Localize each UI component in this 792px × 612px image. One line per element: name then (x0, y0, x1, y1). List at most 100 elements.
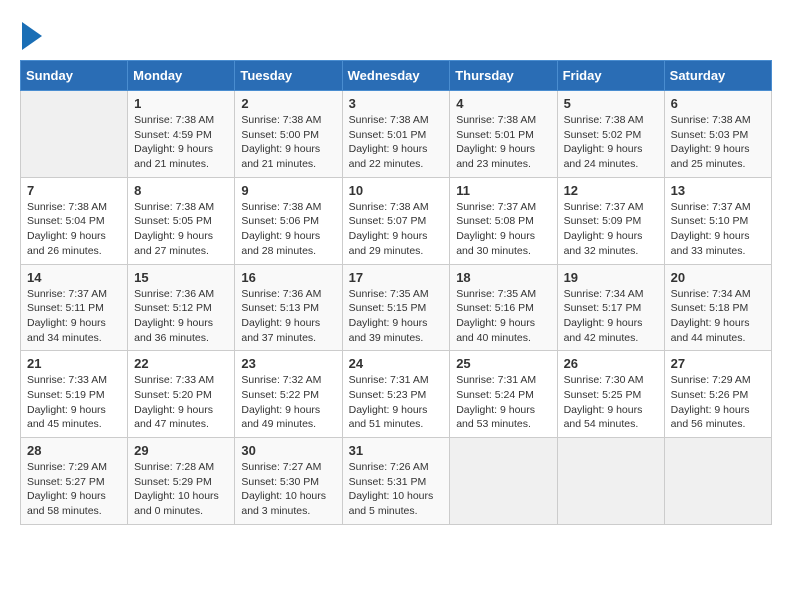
day-cell (450, 438, 557, 525)
day-cell: 31 Sunrise: 7:26 AM Sunset: 5:31 PM Dayli… (342, 438, 450, 525)
day-number: 28 (27, 443, 121, 458)
day-number: 30 (241, 443, 335, 458)
day-info: Sunrise: 7:30 AM Sunset: 5:25 PM Dayligh… (564, 373, 658, 432)
day-info: Sunrise: 7:29 AM Sunset: 5:26 PM Dayligh… (671, 373, 765, 432)
header-cell-wednesday: Wednesday (342, 61, 450, 91)
day-number: 23 (241, 356, 335, 371)
day-cell: 8 Sunrise: 7:38 AM Sunset: 5:05 PM Daylig… (128, 177, 235, 264)
day-cell: 4 Sunrise: 7:38 AM Sunset: 5:01 PM Daylig… (450, 91, 557, 178)
day-cell (557, 438, 664, 525)
day-cell: 12Sunrise: 7:37 AM Sunset: 5:09 PM Dayli… (557, 177, 664, 264)
day-number: 26 (564, 356, 658, 371)
day-cell: 2 Sunrise: 7:38 AM Sunset: 5:00 PM Daylig… (235, 91, 342, 178)
week-row-2: 7Sunrise: 7:38 AM Sunset: 5:04 PM Daylig… (21, 177, 772, 264)
day-info: Sunrise: 7:38 AM Sunset: 4:59 PM Dayligh… (134, 113, 228, 172)
day-info: Sunrise: 7:32 AM Sunset: 5:22 PM Dayligh… (241, 373, 335, 432)
day-cell: 27Sunrise: 7:29 AM Sunset: 5:26 PM Dayli… (664, 351, 771, 438)
day-cell (664, 438, 771, 525)
day-number: 3 (349, 96, 444, 111)
day-number: 19 (564, 270, 658, 285)
day-info: Sunrise: 7:38 AM Sunset: 5:04 PM Dayligh… (27, 200, 121, 259)
day-cell: 5 Sunrise: 7:38 AM Sunset: 5:02 PM Daylig… (557, 91, 664, 178)
day-cell: 13Sunrise: 7:37 AM Sunset: 5:10 PM Dayli… (664, 177, 771, 264)
day-cell: 7Sunrise: 7:38 AM Sunset: 5:04 PM Daylig… (21, 177, 128, 264)
header-cell-thursday: Thursday (450, 61, 557, 91)
week-row-3: 14 Sunrise: 7:37 AM Sunset: 5:11 PM Dayli… (21, 264, 772, 351)
day-cell: 26 Sunrise: 7:30 AM Sunset: 5:25 PM Dayli… (557, 351, 664, 438)
calendar-table: SundayMondayTuesdayWednesdayThursdayFrid… (20, 60, 772, 525)
day-number: 4 (456, 96, 550, 111)
day-info: Sunrise: 7:35 AM Sunset: 5:16 PM Dayligh… (456, 287, 550, 346)
week-row-1: 1 Sunrise: 7:38 AM Sunset: 4:59 PM Daylig… (21, 91, 772, 178)
week-row-4: 21 Sunrise: 7:33 AM Sunset: 5:19 PM Dayli… (21, 351, 772, 438)
day-info: Sunrise: 7:33 AM Sunset: 5:20 PM Dayligh… (134, 373, 228, 432)
day-cell: 22 Sunrise: 7:33 AM Sunset: 5:20 PM Dayli… (128, 351, 235, 438)
calendar-body: 1 Sunrise: 7:38 AM Sunset: 4:59 PM Daylig… (21, 91, 772, 525)
header-row: SundayMondayTuesdayWednesdayThursdayFrid… (21, 61, 772, 91)
header-cell-monday: Monday (128, 61, 235, 91)
day-info: Sunrise: 7:38 AM Sunset: 5:02 PM Dayligh… (564, 113, 658, 172)
week-row-5: 28 Sunrise: 7:29 AM Sunset: 5:27 PM Dayli… (21, 438, 772, 525)
day-cell: 3 Sunrise: 7:38 AM Sunset: 5:01 PM Daylig… (342, 91, 450, 178)
day-cell: 30 Sunrise: 7:27 AM Sunset: 5:30 PM Dayli… (235, 438, 342, 525)
header-cell-tuesday: Tuesday (235, 61, 342, 91)
day-number: 20 (671, 270, 765, 285)
day-info: Sunrise: 7:33 AM Sunset: 5:19 PM Dayligh… (27, 373, 121, 432)
day-info: Sunrise: 7:29 AM Sunset: 5:27 PM Dayligh… (27, 460, 121, 519)
day-info: Sunrise: 7:36 AM Sunset: 5:12 PM Dayligh… (134, 287, 228, 346)
day-cell: 1 Sunrise: 7:38 AM Sunset: 4:59 PM Daylig… (128, 91, 235, 178)
day-info: Sunrise: 7:31 AM Sunset: 5:24 PM Dayligh… (456, 373, 550, 432)
day-info: Sunrise: 7:38 AM Sunset: 5:05 PM Dayligh… (134, 200, 228, 259)
logo (20, 20, 42, 50)
day-number: 13 (671, 183, 765, 198)
day-info: Sunrise: 7:38 AM Sunset: 5:01 PM Dayligh… (349, 113, 444, 172)
day-number: 1 (134, 96, 228, 111)
day-number: 12 (564, 183, 658, 198)
day-info: Sunrise: 7:38 AM Sunset: 5:07 PM Dayligh… (349, 200, 444, 259)
day-number: 16 (241, 270, 335, 285)
header-cell-friday: Friday (557, 61, 664, 91)
day-info: Sunrise: 7:35 AM Sunset: 5:15 PM Dayligh… (349, 287, 444, 346)
logo-arrow-icon (22, 22, 42, 50)
day-info: Sunrise: 7:38 AM Sunset: 5:03 PM Dayligh… (671, 113, 765, 172)
day-cell: 14 Sunrise: 7:37 AM Sunset: 5:11 PM Dayli… (21, 264, 128, 351)
day-cell: 10Sunrise: 7:38 AM Sunset: 5:07 PM Dayli… (342, 177, 450, 264)
day-number: 15 (134, 270, 228, 285)
day-number: 9 (241, 183, 335, 198)
day-info: Sunrise: 7:38 AM Sunset: 5:00 PM Dayligh… (241, 113, 335, 172)
day-cell: 25 Sunrise: 7:31 AM Sunset: 5:24 PM Dayli… (450, 351, 557, 438)
day-cell: 21 Sunrise: 7:33 AM Sunset: 5:19 PM Dayli… (21, 351, 128, 438)
day-number: 14 (27, 270, 121, 285)
day-number: 2 (241, 96, 335, 111)
day-info: Sunrise: 7:38 AM Sunset: 5:06 PM Dayligh… (241, 200, 335, 259)
day-cell: 19 Sunrise: 7:34 AM Sunset: 5:17 PM Dayli… (557, 264, 664, 351)
day-cell: 17 Sunrise: 7:35 AM Sunset: 5:15 PM Dayli… (342, 264, 450, 351)
calendar-header: SundayMondayTuesdayWednesdayThursdayFrid… (21, 61, 772, 91)
day-number: 8 (134, 183, 228, 198)
day-number: 5 (564, 96, 658, 111)
day-number: 21 (27, 356, 121, 371)
day-info: Sunrise: 7:34 AM Sunset: 5:18 PM Dayligh… (671, 287, 765, 346)
day-cell: 15 Sunrise: 7:36 AM Sunset: 5:12 PM Dayli… (128, 264, 235, 351)
day-cell: 11 Sunrise: 7:37 AM Sunset: 5:08 PM Dayli… (450, 177, 557, 264)
page-header (20, 20, 772, 50)
day-info: Sunrise: 7:31 AM Sunset: 5:23 PM Dayligh… (349, 373, 444, 432)
day-info: Sunrise: 7:38 AM Sunset: 5:01 PM Dayligh… (456, 113, 550, 172)
day-info: Sunrise: 7:37 AM Sunset: 5:08 PM Dayligh… (456, 200, 550, 259)
day-number: 6 (671, 96, 765, 111)
day-info: Sunrise: 7:27 AM Sunset: 5:30 PM Dayligh… (241, 460, 335, 519)
day-cell: 16 Sunrise: 7:36 AM Sunset: 5:13 PM Dayli… (235, 264, 342, 351)
day-info: Sunrise: 7:36 AM Sunset: 5:13 PM Dayligh… (241, 287, 335, 346)
day-number: 11 (456, 183, 550, 198)
day-number: 25 (456, 356, 550, 371)
day-info: Sunrise: 7:28 AM Sunset: 5:29 PM Dayligh… (134, 460, 228, 519)
day-number: 31 (349, 443, 444, 458)
day-info: Sunrise: 7:26 AM Sunset: 5:31 PM Dayligh… (349, 460, 444, 519)
day-info: Sunrise: 7:37 AM Sunset: 5:11 PM Dayligh… (27, 287, 121, 346)
day-number: 22 (134, 356, 228, 371)
day-number: 17 (349, 270, 444, 285)
day-info: Sunrise: 7:34 AM Sunset: 5:17 PM Dayligh… (564, 287, 658, 346)
day-number: 18 (456, 270, 550, 285)
day-cell: 24Sunrise: 7:31 AM Sunset: 5:23 PM Dayli… (342, 351, 450, 438)
day-cell: 18 Sunrise: 7:35 AM Sunset: 5:16 PM Dayli… (450, 264, 557, 351)
